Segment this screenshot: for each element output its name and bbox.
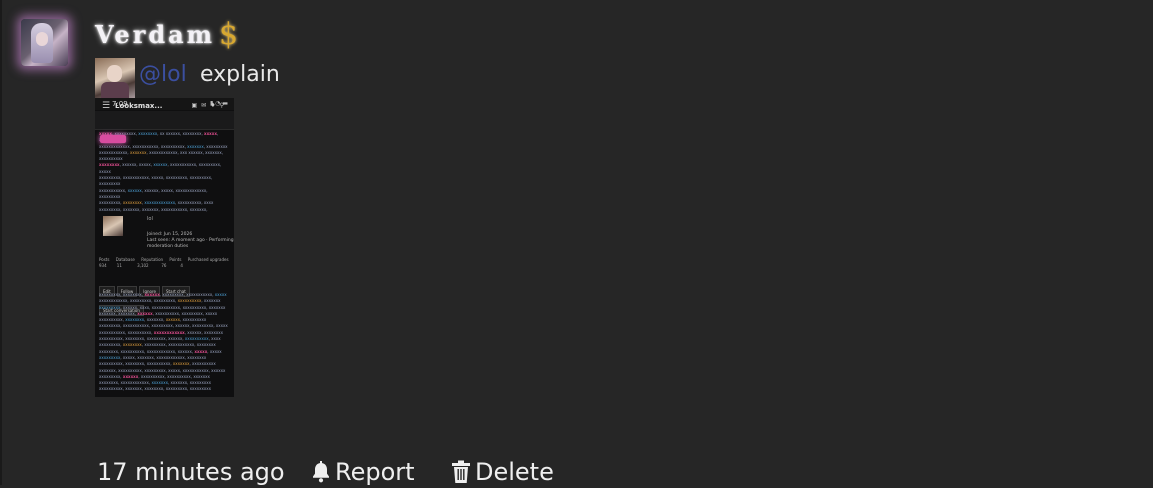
delete-label: Delete (475, 458, 554, 486)
screenshot-menu-icon: ☰ (102, 101, 111, 111)
trash-icon (451, 460, 471, 484)
screenshot-name-list-lower: xxxxxxxxx, xxxxxxxx, xxxxxx, xxxxxxxxx, … (99, 292, 228, 392)
user-avatar[interactable] (21, 19, 68, 66)
screenshot-profile-buttons: Edit Follow Ignore Start chatStart conversa… (99, 278, 230, 316)
username[interactable]: Verdam (95, 20, 215, 49)
screenshot-stats: Posts Database Reputation Points Purchas… (99, 257, 229, 268)
dollar-icon: $ (219, 17, 239, 52)
panel-edge (0, 0, 2, 485)
reply-avatar[interactable] (95, 58, 135, 98)
bell-icon (311, 461, 331, 483)
report-label: Report (335, 458, 415, 486)
report-button[interactable]: Report (311, 458, 415, 486)
attached-screenshot[interactable]: 7:09 ▮ ◔ ▬ ☰ Looksmax... ▣✉♦⚲ xxxxx, xxx… (95, 98, 234, 397)
delete-button[interactable]: Delete (451, 458, 554, 486)
mention-link[interactable]: @lol (139, 62, 187, 87)
screenshot-site-title: Looksmax... (115, 102, 163, 110)
screenshot-name-list: xxxxx, xxxxxxxxx, xxxxxxxx, xx xxxxxx, x… (99, 131, 228, 213)
post-timestamp[interactable]: 17 minutes ago (97, 458, 285, 486)
screenshot-toolbar-icons: ▣✉♦⚲ (191, 102, 228, 109)
screenshot-topbar (95, 111, 234, 130)
screenshot-glow-name (100, 135, 126, 143)
message-text: explain (200, 62, 280, 87)
screenshot-profile-avatar (103, 216, 123, 236)
screenshot-joined-info: Joined: Jun 15, 2026 Last seen: A moment… (147, 232, 234, 249)
screenshot-user-tag: lol (147, 216, 153, 222)
